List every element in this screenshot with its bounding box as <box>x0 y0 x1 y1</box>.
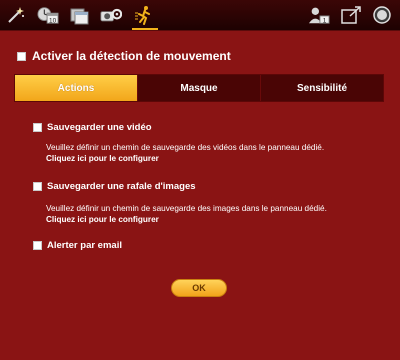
tab-bar: Actions Masque Sensibilité <box>14 74 384 102</box>
tab-masque[interactable]: Masque <box>137 75 260 101</box>
calendar-clock-icon[interactable]: 10 <box>37 5 59 25</box>
folders-icon[interactable] <box>69 5 91 25</box>
window-export-icon[interactable] <box>340 5 362 25</box>
save-burst-description-text: Veuillez définir un chemin de sauvegarde… <box>46 204 327 213</box>
save-video-label: Sauvegarder une vidéo <box>47 122 152 133</box>
calendar-day-text: 10 <box>49 17 57 24</box>
camera-settings-icon[interactable] <box>100 5 122 25</box>
ok-button[interactable]: OK <box>171 279 227 297</box>
content-panel: Activer la détection de mouvement Action… <box>0 31 400 360</box>
toolbar: 10 1 <box>0 0 400 31</box>
save-video-description-text: Veuillez définir un chemin de sauvegarde… <box>46 143 325 152</box>
save-video-option[interactable]: Sauvegarder une vidéo <box>33 122 152 133</box>
tab-sensibilite[interactable]: Sensibilité <box>260 75 383 101</box>
save-burst-description: Veuillez définir un chemin de sauvegarde… <box>46 203 327 225</box>
magic-wand-icon[interactable] <box>5 5 27 25</box>
user-count-icon[interactable]: 1 <box>308 5 330 25</box>
email-alert-checkbox[interactable] <box>33 241 42 250</box>
save-burst-checkbox[interactable] <box>33 182 42 191</box>
record-icon[interactable] <box>371 5 393 25</box>
email-alert-option[interactable]: Alerter par email <box>33 240 122 251</box>
email-alert-label: Alerter par email <box>47 240 122 251</box>
save-video-description: Veuillez définir un chemin de sauvegarde… <box>46 142 324 164</box>
save-video-configure-link[interactable]: Cliquez ici pour le configurer <box>46 153 324 164</box>
user-count-text: 1 <box>323 17 327 24</box>
save-burst-label: Sauvegarder une rafale d'images <box>47 181 196 192</box>
enable-motion-detection-option[interactable]: Activer la détection de mouvement <box>17 49 231 63</box>
motion-detection-icon[interactable] <box>132 5 158 30</box>
enable-motion-detection-label: Activer la détection de mouvement <box>32 49 231 63</box>
save-video-checkbox[interactable] <box>33 123 42 132</box>
enable-motion-detection-checkbox[interactable] <box>17 51 26 61</box>
tab-actions[interactable]: Actions <box>15 75 137 101</box>
save-burst-option[interactable]: Sauvegarder une rafale d'images <box>33 181 196 192</box>
save-burst-configure-link[interactable]: Cliquez ici pour le configurer <box>46 214 327 225</box>
motion-detection-window: 10 1 Activer la détection de mouvement A… <box>0 0 400 360</box>
